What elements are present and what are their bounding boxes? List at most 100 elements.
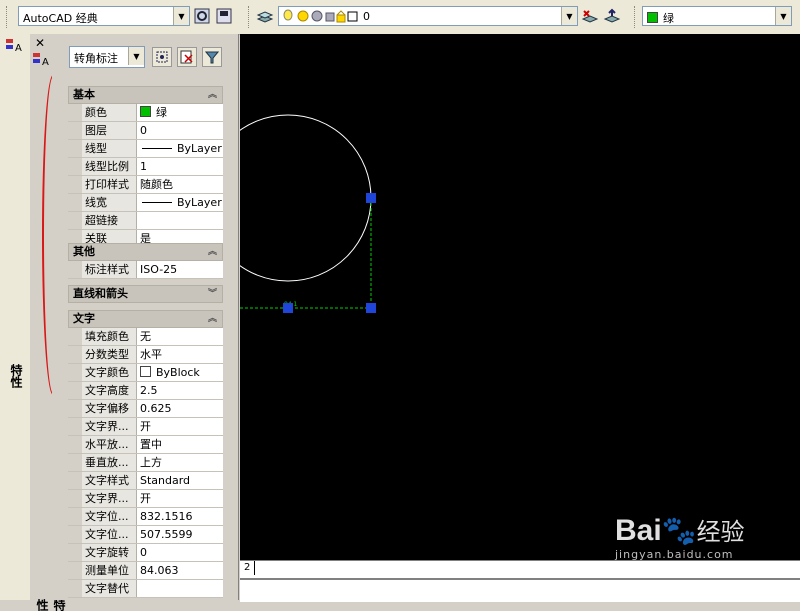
section-header[interactable]: 基本 ︽: [68, 86, 223, 104]
property-value[interactable]: 上方: [137, 454, 223, 471]
property-value[interactable]: ByLayer: [137, 194, 223, 211]
property-name: 文字替代: [68, 580, 137, 597]
workspace-save-icon[interactable]: [215, 6, 233, 26]
property-row[interactable]: 文字颜色 ByBlock: [68, 364, 223, 382]
layer-manager-icon[interactable]: [256, 6, 274, 26]
drawing-svg: 84.1: [204, 114, 376, 313]
property-value[interactable]: [137, 212, 223, 229]
close-icon[interactable]: ✕: [35, 36, 45, 50]
property-value[interactable]: [137, 580, 223, 597]
drawing-canvas[interactable]: 84.1: [204, 34, 800, 560]
grip-handle[interactable]: [283, 303, 293, 313]
section-header[interactable]: 其他 ︽: [68, 243, 223, 261]
property-name: 线型: [68, 140, 137, 157]
quick-select-icon[interactable]: [202, 47, 222, 67]
grip-handle[interactable]: [366, 303, 376, 313]
property-value-text: 2.5: [140, 384, 158, 397]
property-row[interactable]: 水平放... 置中: [68, 436, 223, 454]
property-row[interactable]: 文字偏移 0.625: [68, 400, 223, 418]
layer-dropdown[interactable]: 0 ▼: [278, 6, 578, 26]
property-row[interactable]: 标注样式 ISO-25: [68, 261, 223, 279]
property-row[interactable]: 文字界... 开: [68, 490, 223, 508]
toolbar-grip[interactable]: [634, 6, 638, 28]
property-value[interactable]: 0: [137, 544, 223, 561]
property-value-text: 0.625: [140, 402, 172, 415]
chevron-down-icon[interactable]: ▼: [775, 7, 791, 25]
palette-properties-icon[interactable]: A: [32, 52, 50, 71]
property-row[interactable]: 颜色 绿: [68, 104, 223, 122]
property-section: 文字 ︽ 填充颜色无分数类型 水平 文字颜色 ByBlock 文字高度 2.5 文字偏移 0.62…: [68, 310, 223, 598]
line-sample: [142, 202, 172, 203]
section-title: 其他: [73, 245, 95, 258]
color-dropdown[interactable]: 绿 ▼: [642, 6, 792, 26]
property-row[interactable]: 超链接: [68, 212, 223, 230]
toolbar-grip[interactable]: [6, 6, 10, 28]
property-value[interactable]: 随颜色: [137, 176, 223, 193]
property-value[interactable]: 1: [137, 158, 223, 175]
grip-handle[interactable]: [366, 193, 376, 203]
layout-tab[interactable]: 2: [240, 561, 256, 575]
chevron-down-icon[interactable]: ▼: [173, 7, 189, 25]
property-value[interactable]: 无: [137, 328, 223, 345]
property-value[interactable]: 507.5599: [137, 526, 223, 543]
object-type-dropdown[interactable]: 转角标注 ▼: [69, 46, 145, 68]
property-value[interactable]: ByBlock: [137, 364, 223, 381]
property-row[interactable]: 打印样式 随颜色: [68, 176, 223, 194]
property-row[interactable]: 文字位... 832.1516: [68, 508, 223, 526]
property-row[interactable]: 图层 0: [68, 122, 223, 140]
property-value[interactable]: 0.625: [137, 400, 223, 417]
property-name: 文字位...: [68, 508, 137, 525]
command-line[interactable]: [240, 578, 800, 602]
collapse-icon[interactable]: ︽: [208, 244, 217, 260]
property-row[interactable]: 文字界... 开: [68, 418, 223, 436]
property-value[interactable]: 0: [137, 122, 223, 139]
property-row[interactable]: 文字替代: [68, 580, 223, 598]
chevron-down-icon[interactable]: ▼: [128, 47, 144, 65]
layer-previous-icon[interactable]: [603, 6, 621, 26]
property-row[interactable]: 文字高度 2.5: [68, 382, 223, 400]
property-value[interactable]: ISO-25: [137, 261, 223, 278]
property-value[interactable]: 绿: [137, 104, 223, 121]
property-row[interactable]: 文字样式 Standard: [68, 472, 223, 490]
property-row[interactable]: 线型 ByLayer: [68, 140, 223, 158]
property-row[interactable]: 线宽 ByLayer: [68, 194, 223, 212]
property-value[interactable]: 开: [137, 490, 223, 507]
property-row[interactable]: 垂直放... 上方: [68, 454, 223, 472]
workspace-settings-icon[interactable]: [193, 6, 211, 26]
properties-toggle-icon[interactable]: A: [5, 38, 23, 57]
chevron-down-icon[interactable]: ▼: [561, 7, 577, 25]
property-value[interactable]: 832.1516: [137, 508, 223, 525]
property-value[interactable]: 84.063: [137, 562, 223, 579]
select-objects-icon[interactable]: [177, 47, 197, 67]
property-name: 文字样式: [68, 472, 137, 489]
property-value[interactable]: ByLayer: [137, 140, 223, 157]
expand-icon[interactable]: ︾: [208, 286, 217, 302]
property-value-text: 507.5599: [140, 528, 193, 541]
property-value-text: 1: [140, 160, 147, 173]
section-title: 基本: [73, 88, 95, 101]
property-row[interactable]: 填充颜色无: [68, 328, 223, 346]
collapse-icon[interactable]: ︽: [208, 311, 217, 327]
toolbar-grip[interactable]: [248, 6, 252, 28]
property-row[interactable]: 测量单位 84.063: [68, 562, 223, 580]
property-value[interactable]: 置中: [137, 436, 223, 453]
collapse-icon[interactable]: ︽: [208, 87, 217, 103]
workspace-dropdown[interactable]: AutoCAD 经典 ▼: [18, 6, 190, 26]
make-current-layer-icon[interactable]: [581, 6, 599, 26]
property-row[interactable]: 线型比例 1: [68, 158, 223, 176]
property-value-text: 开: [140, 492, 151, 505]
property-row[interactable]: 文字旋转 0: [68, 544, 223, 562]
circle-entity[interactable]: [204, 114, 372, 282]
svg-text:A: A: [15, 43, 22, 54]
property-value[interactable]: Standard: [137, 472, 223, 489]
section-header[interactable]: 文字 ︽: [68, 310, 223, 328]
property-value[interactable]: 2.5: [137, 382, 223, 399]
property-name: 文字偏移: [68, 400, 137, 417]
toggle-pickadd-icon[interactable]: [152, 47, 172, 67]
property-value[interactable]: 水平: [137, 346, 223, 363]
main-toolbar: AutoCAD 经典 ▼ 0 ▼ 绿 ▼: [0, 0, 800, 35]
section-header[interactable]: 直线和箭头 ︾: [68, 285, 223, 303]
property-value[interactable]: 开: [137, 418, 223, 435]
property-row[interactable]: 分数类型 水平: [68, 346, 223, 364]
property-row[interactable]: 文字位... 507.5599: [68, 526, 223, 544]
